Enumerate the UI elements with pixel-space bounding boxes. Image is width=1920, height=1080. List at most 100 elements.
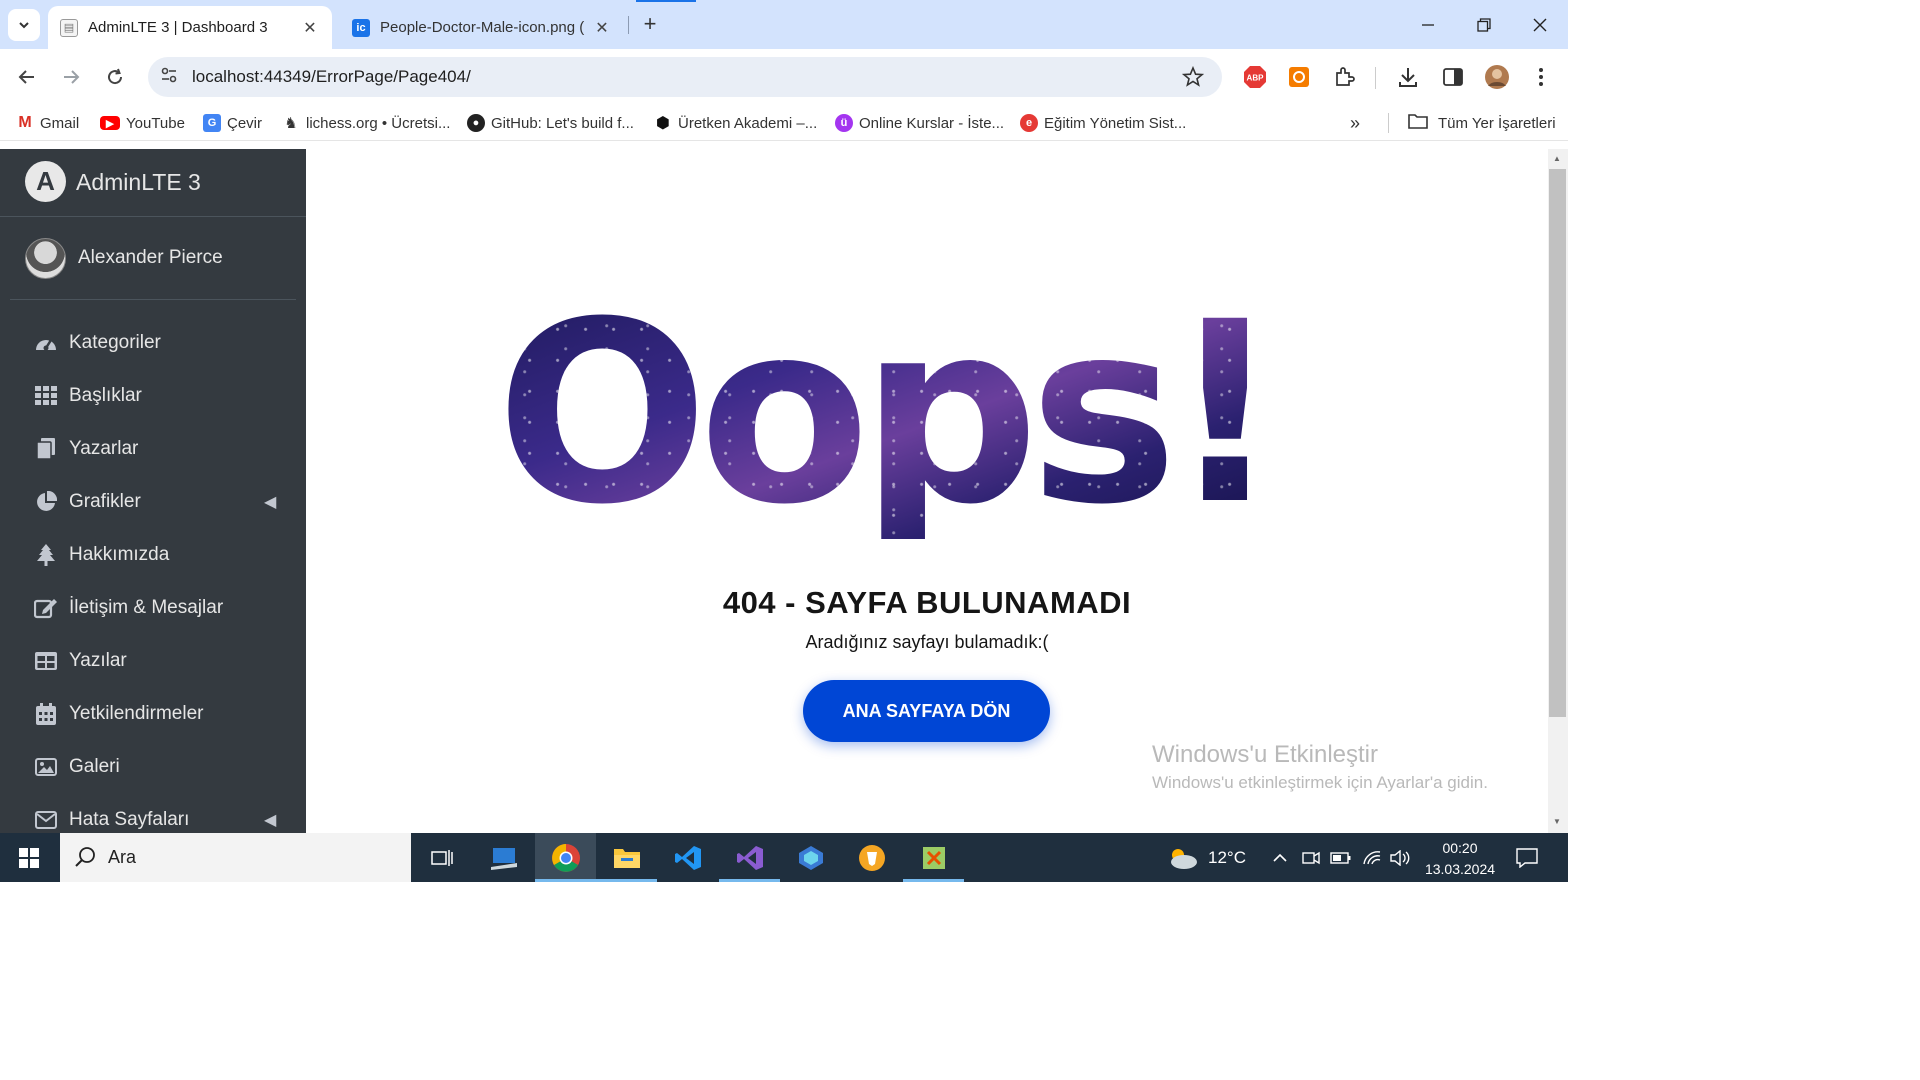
sidebar-item-basliklar[interactable]: Başlıklar [0,372,306,420]
desktop-app-button[interactable] [473,833,534,882]
temperature: 12°C [1208,847,1246,867]
running-indicator [719,879,780,882]
active-indicator [535,879,596,882]
back-to-home-button[interactable]: ANA SAYFAYA DÖN [803,680,1050,742]
page-icon: ▤ [60,18,78,37]
weather-widget[interactable]: 12°C [1166,833,1246,882]
brave-button[interactable] [841,833,902,882]
extensions-puzzle-icon[interactable] [1330,63,1358,91]
brand-link[interactable]: A AdminLTE 3 [0,149,306,217]
tab-people-doctor-icon[interactable]: ic People-Doctor-Male-icon.png ( ✕ [340,6,624,49]
brand-text: AdminLTE 3 [76,169,201,195]
close-icon[interactable]: ✕ [592,18,612,38]
dashboard-icon [34,331,58,355]
scrollbar-thumb[interactable] [1549,169,1566,717]
user-panel[interactable]: Alexander Pierce [10,218,296,300]
running-indicator [596,879,657,882]
bookmark-edu[interactable]: e Eğitim Yönetim Sist... [1020,112,1186,134]
bookmark-github[interactable]: ● GitHub: Let's build f... [467,112,634,134]
bookmarks-bar: M Gmail ▶ YouTube G Çevir ♞ lichess.org … [0,105,1568,141]
clock-time: 00:20 [1442,840,1478,856]
adblock-icon[interactable]: ABP [1241,63,1269,91]
sidebar-item-grafikler[interactable]: Grafikler ◀ [0,478,306,526]
system-clock[interactable]: 00:20 13.03.2024 [1418,838,1502,880]
taskbar-search[interactable]: Ara [60,833,411,882]
chrome-taskbar-button[interactable] [535,833,596,882]
scroll-up-icon[interactable]: ▲ [1553,154,1561,163]
copy-icon [34,437,58,461]
volume-button[interactable] [1390,833,1410,882]
tab-title: AdminLTE 3 | Dashboard 3 [88,19,268,36]
battery-button[interactable] [1330,833,1352,882]
sidebar-item-yazarlar[interactable]: Yazarlar [0,425,306,473]
back-button[interactable] [11,61,43,93]
profile-avatar-icon[interactable] [1483,63,1511,91]
minimize-button[interactable] [1400,0,1456,49]
chevron-up-icon [1273,853,1287,862]
tab-search-button[interactable] [8,9,40,41]
vscode-button[interactable] [657,833,718,882]
task-view-button[interactable] [411,833,472,882]
more-menu-icon[interactable] [1527,63,1555,91]
bookmark-star-icon[interactable] [1181,65,1205,93]
bing-button[interactable] [780,833,841,882]
extension-orange-icon[interactable] [1285,63,1313,91]
sidebar-item-label: Hakkımızda [69,544,170,565]
notification-center-button[interactable] [1516,833,1538,882]
sidebar-item-galeri[interactable]: Galeri [0,743,306,791]
bookmark-youtube[interactable]: ▶ YouTube [100,112,185,134]
folder-icon [1408,113,1428,133]
scroll-down-icon[interactable]: ▼ [1553,817,1561,826]
battery-icon [1330,851,1351,864]
close-icon[interactable]: ✕ [300,18,320,38]
page-scrollbar[interactable]: ▲ ▼ [1548,149,1568,833]
user-name[interactable]: Alexander Pierce [78,247,223,269]
envelope-icon [34,808,58,832]
sidebar-item-yetkilendirmeler[interactable]: Yetkilendirmeler [0,690,306,738]
bookmark-gmail[interactable]: M Gmail [16,112,79,134]
restore-button[interactable] [1456,0,1512,49]
bookmark-udemy[interactable]: ü Online Kurslar - İste... [835,112,1004,134]
oops-headline: Oops! [496,268,1273,559]
side-panel-icon[interactable] [1439,63,1467,91]
svg-text:ABP: ABP [1247,74,1265,83]
forward-button[interactable] [55,61,87,93]
network-button[interactable] [1362,833,1382,882]
bookmark-label: Çevir [227,114,263,132]
snipping-tool-button[interactable] [903,833,964,882]
bookmark-lichess[interactable]: ♞ lichess.org • Ücretsi... [282,112,450,134]
bookmark-uretken[interactable]: ⬢ Üretken Akademi –... [654,112,817,134]
address-bar[interactable]: localhost:44349/ErrorPage/Page404/ [148,57,1222,97]
all-bookmarks-button[interactable]: Tüm Yer İşaretleri [1408,112,1556,134]
close-window-button[interactable] [1512,0,1568,49]
gmail-icon: M [18,114,32,131]
toolbar-separator [1375,67,1376,89]
activation-watermark-subtitle: Windows'u etkinleştirmek için Ayarlar'a … [1152,773,1488,792]
visual-studio-button[interactable] [719,833,780,882]
bookmark-translate[interactable]: G Çevir [203,112,262,134]
bookmarks-overflow-button[interactable]: » [1350,112,1360,134]
start-button[interactable] [0,833,58,882]
brand-logo: A [25,161,66,202]
sidebar-item-yazilar[interactable]: Yazılar [0,637,306,685]
windows-taskbar: Ara 12°C 00:20 13.03.2024 [0,833,1568,882]
speaker-icon [1390,849,1410,866]
site-info-icon[interactable] [160,66,178,89]
chevron-down-icon [19,22,29,29]
sidebar-item-iletisim[interactable]: İletişim & Mesajlar [0,584,306,632]
sidebar-item-hakkimizda[interactable]: Hakkımızda [0,531,306,579]
all-bookmarks-label: Tüm Yer İşaretleri [1438,114,1556,132]
meet-now-button[interactable] [1302,833,1320,882]
sidebar-item-hata-sayfalari[interactable]: Hata Sayfaları ◀ [0,796,306,833]
new-tab-button[interactable]: + [636,10,664,38]
reload-button[interactable] [99,61,131,93]
bookmark-label: YouTube [126,114,185,132]
restore-icon [1477,17,1491,32]
tab-admin-dashboard[interactable]: ▤ AdminLTE 3 | Dashboard 3 ✕ [48,6,332,49]
translate-icon: G [203,114,221,132]
chevron-left-icon: ◀ [264,494,277,511]
show-hidden-icons-button[interactable] [1272,833,1288,882]
download-icon[interactable] [1394,63,1422,91]
file-explorer-button[interactable] [596,833,657,882]
sidebar-item-kategoriler[interactable]: Kategoriler [0,319,306,367]
